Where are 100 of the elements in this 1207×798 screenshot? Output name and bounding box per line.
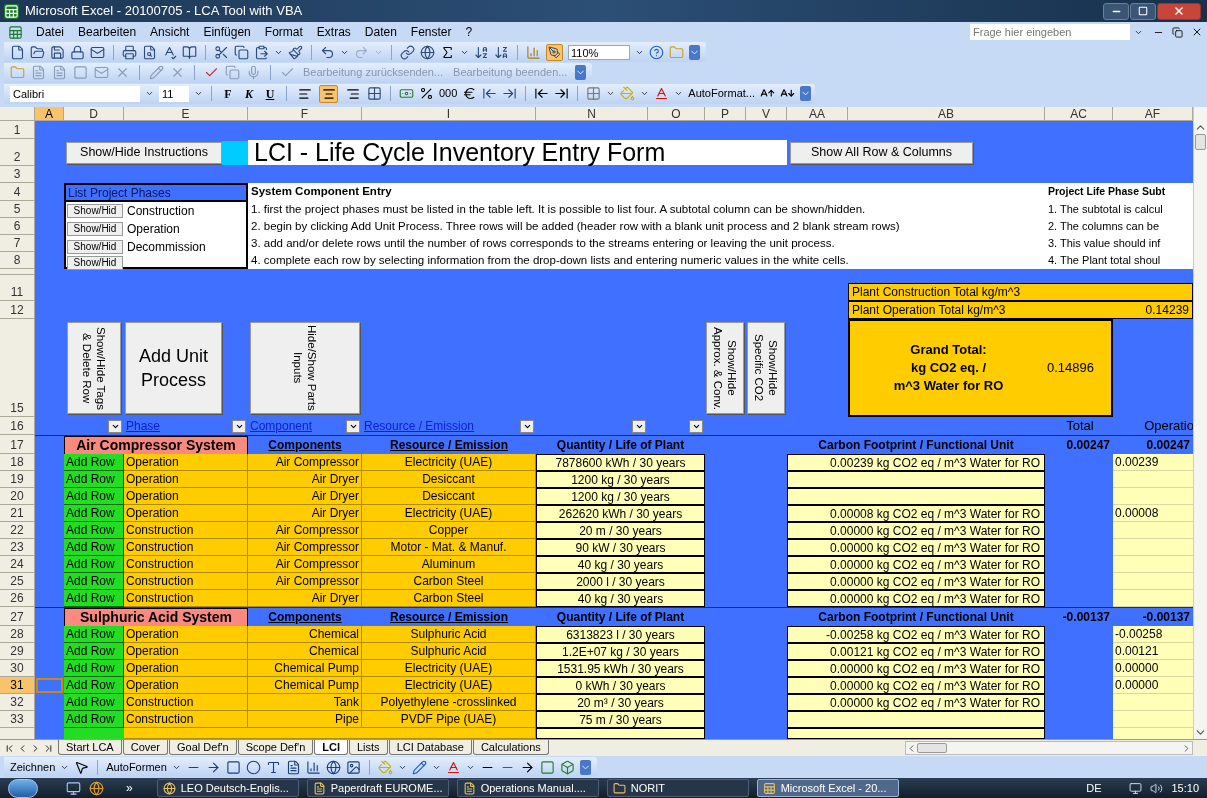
oval-icon[interactable] (245, 759, 261, 775)
taskbar-overflow[interactable]: » (126, 779, 133, 797)
row-header[interactable]: 31 (0, 677, 35, 694)
three-d-icon[interactable] (559, 759, 575, 775)
show-desktop-icon[interactable] (66, 780, 81, 796)
column-header[interactable]: A (35, 107, 64, 121)
network-icon[interactable] (1129, 781, 1143, 795)
row-header[interactable]: 28 (0, 626, 35, 643)
row-header[interactable]: 23 (0, 539, 35, 556)
text-style-button[interactable]: K (241, 84, 257, 103)
caret-icon[interactable] (194, 89, 203, 98)
sort-ascending-icon[interactable] (474, 44, 489, 60)
column-header[interactable]: O (648, 107, 705, 121)
align-center-icon[interactable] (319, 84, 338, 103)
macro-button[interactable]: Show/Hide Specific CO2 (747, 322, 785, 414)
caret-icon[interactable] (145, 89, 154, 98)
borders-icon[interactable] (586, 86, 602, 101)
column-header[interactable]: AF (1113, 107, 1193, 121)
diagram-icon[interactable] (305, 759, 321, 775)
font-size-field[interactable]: 11 (159, 85, 189, 102)
column-header[interactable]: E (124, 107, 248, 121)
paste-icon[interactable] (254, 44, 269, 60)
indent-icon[interactable] (554, 86, 570, 101)
caret-icon[interactable] (674, 89, 684, 98)
row-header[interactable]: 5 (0, 201, 35, 218)
language-indicator[interactable]: DE (1086, 779, 1102, 797)
show-hide-phase-button[interactable]: Show/Hid (67, 222, 123, 236)
taskbar-button[interactable]: Microsoft Excel - 20... (756, 779, 899, 797)
menu-item[interactable]: Datei (29, 23, 71, 41)
globe-icon[interactable] (420, 44, 435, 60)
close-button[interactable] (1157, 2, 1201, 20)
macro-button[interactable]: Show/Hide Tags & Delete Row (67, 322, 121, 414)
taskbar-button[interactable]: LEO Deutsch-Englis... (156, 779, 299, 797)
row-header[interactable]: 29 (0, 643, 35, 660)
caret-icon[interactable] (606, 89, 616, 98)
filter-dropdown-icon[interactable] (108, 419, 122, 433)
row-header[interactable]: 25 (0, 573, 35, 590)
fill-color-icon[interactable] (620, 86, 636, 101)
outdent-icon[interactable] (534, 86, 550, 101)
filter-dropdown-icon[interactable] (346, 419, 360, 433)
row-header[interactable]: 27 (0, 607, 35, 626)
research-icon[interactable] (182, 44, 197, 60)
menu-item[interactable]: Bearbeiten (71, 23, 144, 41)
row-header[interactable]: 30 (0, 660, 35, 677)
sheet-tab[interactable]: LCI (314, 740, 348, 755)
column-header[interactable]: N (536, 107, 648, 121)
maximize-button[interactable] (1130, 2, 1156, 20)
close-icon[interactable] (1191, 26, 1203, 38)
filter-dropdown-icon[interactable] (689, 419, 703, 433)
show-all-button[interactable]: Show All Row & Columns (790, 141, 973, 164)
taskbar-button[interactable]: Operations Manual.... (456, 779, 599, 797)
arrow-style-icon[interactable] (519, 759, 535, 775)
sheet-tab[interactable]: Goal Def'n (169, 740, 237, 755)
active-cell-outline[interactable] (36, 678, 63, 693)
add-unit-process-button[interactable]: Add Unit Process (125, 322, 222, 414)
toolbar-options-icon[interactable] (689, 44, 700, 60)
printer-icon[interactable] (122, 44, 137, 60)
toolbar-options-icon[interactable] (575, 65, 587, 80)
permission-icon[interactable] (70, 44, 85, 60)
column-header[interactable]: F (248, 107, 362, 121)
row-header[interactable]: 2 (0, 139, 35, 166)
show-hide-phase-button[interactable]: Show/Hid (67, 256, 123, 270)
open-folder-icon[interactable] (30, 44, 45, 60)
row-header[interactable]: 24 (0, 556, 35, 573)
text-style-button[interactable]: U (262, 84, 278, 103)
show-hide-instructions-button[interactable]: Show/Hide Instructions (66, 141, 222, 164)
vertical-scrollbar[interactable] (1193, 107, 1207, 739)
row-header[interactable]: 19 (0, 471, 35, 488)
help-search-field[interactable]: Frage hier eingeben (970, 24, 1130, 40)
text-style-button[interactable]: F (220, 84, 236, 103)
filter-dropdown-icon[interactable] (520, 419, 534, 433)
row-header[interactable]: 7 (0, 235, 35, 252)
currency-icon[interactable] (399, 86, 414, 101)
add-row-button[interactable]: Add Row (64, 488, 124, 505)
sheet-tab[interactable]: Scope Def'n (237, 740, 314, 755)
browser-icon[interactable] (89, 780, 104, 796)
caret-icon[interactable] (640, 89, 650, 98)
image-icon[interactable] (345, 759, 361, 775)
sum-icon[interactable] (440, 44, 455, 60)
add-row-button[interactable]: Add Row (64, 454, 124, 471)
row-header[interactable]: 1 (0, 121, 35, 139)
column-header[interactable]: AC (1045, 107, 1113, 121)
help-icon[interactable] (649, 44, 664, 60)
horizontal-scrollbar[interactable] (905, 741, 1193, 755)
macro-button[interactable]: Show/Hide Approx. & Conv. (706, 322, 744, 414)
row-header[interactable]: 12 (0, 301, 35, 319)
text-box-icon[interactable] (265, 759, 281, 775)
add-row-button[interactable]: Add Row (64, 539, 124, 556)
row-header[interactable]: 26 (0, 590, 35, 607)
sheet-tab[interactable]: Cover (122, 740, 169, 755)
font-color-icon[interactable] (445, 759, 461, 775)
arrow-icon[interactable] (205, 759, 221, 775)
spell-check-icon[interactable] (162, 44, 177, 60)
row-header[interactable]: 21 (0, 505, 35, 522)
draw-menu-button[interactable]: Zeichnen (10, 758, 56, 776)
undo-icon[interactable] (320, 44, 335, 60)
show-hide-phase-button[interactable]: Show/Hid (67, 204, 123, 218)
menu-item[interactable]: Format (257, 23, 310, 41)
add-row-button[interactable]: Add Row (64, 677, 124, 694)
row-header[interactable]: 3 (0, 166, 35, 183)
